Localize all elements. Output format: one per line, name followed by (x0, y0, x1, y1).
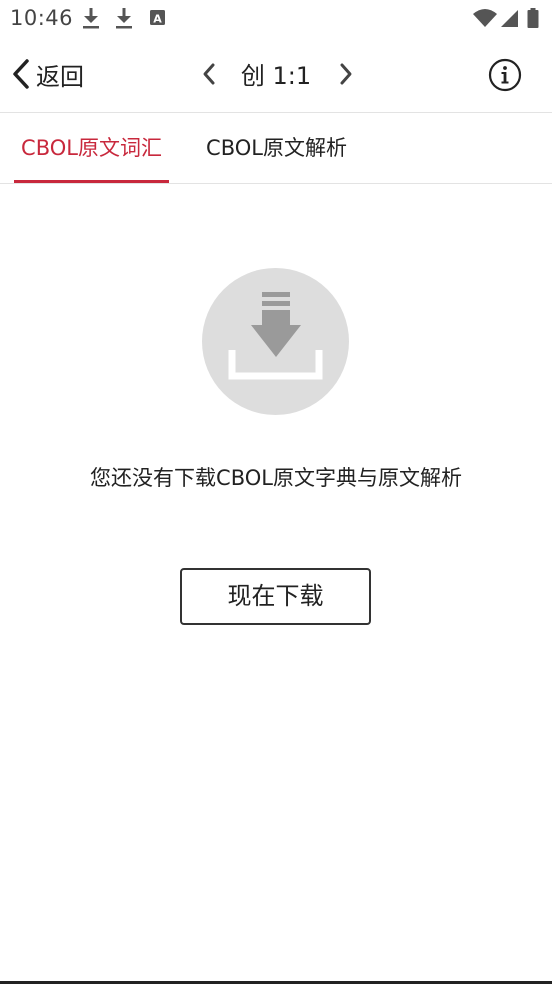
app-bar: 返回 创 1:1 (0, 36, 552, 113)
status-bar: 10:46 A (0, 0, 552, 36)
wifi-icon (472, 6, 498, 30)
info-button[interactable] (488, 58, 522, 92)
info-icon (488, 58, 522, 92)
font-a-icon: A (148, 6, 170, 30)
empty-state-message: 您还没有下载CBOL原文字典与原文解析 (90, 466, 462, 490)
back-label: 返回 (36, 62, 84, 91)
back-button[interactable]: 返回 (10, 54, 84, 94)
download-icon (113, 6, 135, 30)
status-time: 10:46 (10, 6, 74, 30)
svg-text:A: A (153, 13, 162, 26)
tab-cbol-analysis[interactable]: CBOL原文解析 (199, 113, 354, 183)
screen: 10:46 A 返回 创 1:1 CBOL原文词汇 CBOL原文解析 您还没有下… (0, 0, 552, 984)
signal-icon (499, 6, 521, 30)
chevron-left-icon (203, 63, 215, 85)
chapter-title[interactable]: 创 1:1 (230, 56, 322, 91)
battery-icon (526, 6, 540, 30)
active-tab-indicator (14, 180, 169, 183)
tab-bar: CBOL原文词汇 CBOL原文解析 (0, 113, 552, 184)
next-chapter-button[interactable] (331, 58, 359, 90)
download-now-button[interactable]: 现在下载 (180, 568, 371, 625)
prev-chapter-button[interactable] (196, 58, 224, 90)
tab-cbol-vocabulary[interactable]: CBOL原文词汇 (14, 113, 169, 183)
chevron-right-icon (340, 63, 352, 85)
download-tray-icon (202, 268, 349, 415)
download-icon (80, 6, 102, 30)
chevron-left-icon (10, 58, 32, 90)
